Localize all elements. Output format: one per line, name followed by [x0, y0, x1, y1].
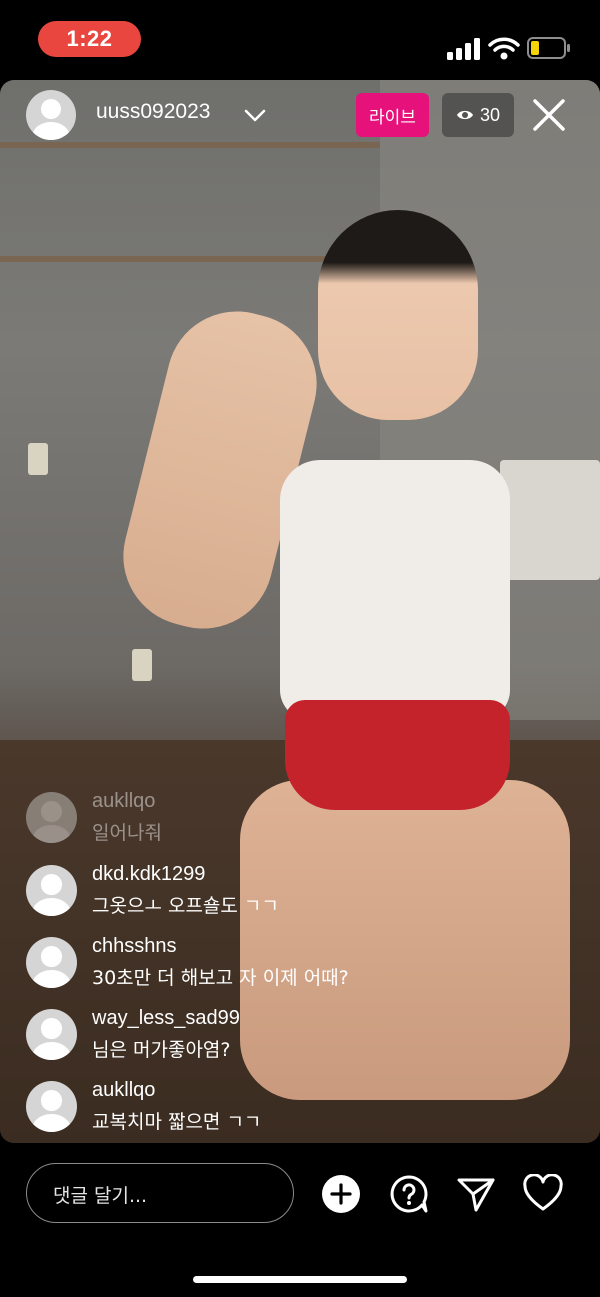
comment-item: aukllqo 교복치마 짧으면 ㄱㄱ — [26, 1079, 566, 1143]
comment-username[interactable]: dkd.kdk1299 — [92, 863, 205, 886]
question-icon[interactable] — [389, 1174, 429, 1214]
comment-text: 교복치마 짧으면 ㄱㄱ — [92, 1111, 262, 1133]
comment-username[interactable]: aukllqo — [92, 790, 155, 813]
live-badge: 라이브 — [356, 93, 429, 137]
commenter-avatar[interactable] — [26, 1081, 77, 1132]
home-indicator[interactable] — [193, 1276, 407, 1283]
background-desk — [500, 460, 600, 580]
commenter-avatar[interactable] — [26, 937, 77, 988]
send-icon[interactable] — [456, 1174, 496, 1214]
comment-item: aukllqo 일어나줘 — [26, 790, 566, 854]
add-icon[interactable] — [321, 1174, 361, 1214]
comment-placeholder: 댓글 달기... — [53, 1185, 148, 1207]
commenter-avatar[interactable] — [26, 865, 77, 916]
comment-username[interactable]: way_less_sad99 — [92, 1007, 240, 1030]
status-bar: 1:22 — [0, 0, 600, 80]
host-username[interactable]: uuss092023 — [96, 100, 210, 124]
chevron-down-icon[interactable] — [244, 104, 266, 126]
comment-text: 님은 머가좋아염? — [92, 1039, 231, 1061]
comment-username[interactable]: chhsshns — [92, 935, 177, 958]
viewer-count: 30 — [479, 104, 501, 125]
battery-icon — [527, 37, 570, 59]
comment-username[interactable]: aukllqo — [92, 1079, 155, 1102]
heart-icon[interactable] — [523, 1174, 563, 1214]
comment-item: chhsshns 30초만 더 해보고 자 이제 어때? — [26, 935, 566, 999]
comment-input[interactable]: 댓글 달기... — [26, 1163, 294, 1223]
wall-switch — [28, 443, 48, 475]
comment-item: way_less_sad99 님은 머가좋아염? — [26, 1007, 566, 1071]
wall-outlet — [132, 649, 152, 681]
commenter-avatar[interactable] — [26, 792, 77, 843]
commenter-avatar[interactable] — [26, 1009, 77, 1060]
wifi-icon — [488, 37, 520, 60]
close-icon[interactable] — [530, 96, 568, 134]
wall-rail — [0, 142, 380, 148]
comment-text: 그옷으ㅗ 오프숄도 ㄱㄱ — [92, 895, 279, 917]
viewer-count-badge[interactable]: 30 — [442, 93, 514, 137]
cellular-signal-icon — [447, 38, 480, 60]
eye-icon — [456, 110, 473, 120]
streamer-top — [280, 460, 510, 720]
comment-text: 30초만 더 해보고 자 이제 어때? — [92, 967, 349, 989]
status-time: 1:22 — [38, 21, 141, 57]
comment-text: 일어나줘 — [92, 822, 162, 844]
streamer-head — [318, 210, 478, 420]
comment-item: dkd.kdk1299 그옷으ㅗ 오프숄도 ㄱㄱ — [26, 863, 566, 927]
host-avatar[interactable] — [26, 90, 76, 140]
